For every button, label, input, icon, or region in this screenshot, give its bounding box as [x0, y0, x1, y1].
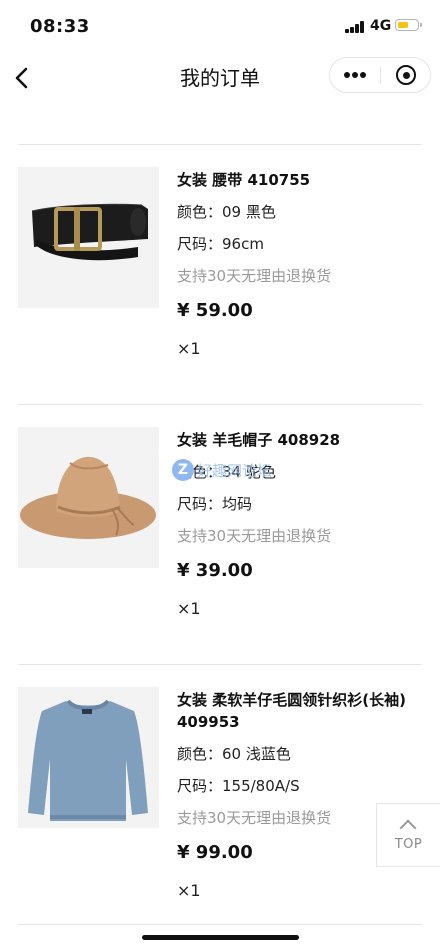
product-quantity: ×1 — [177, 881, 201, 900]
product-name: 女装 柔软羊仔毛圆领针织衫(长袖) 409953 — [177, 691, 406, 731]
return-policy: 支持30天无理由退换货 — [177, 267, 332, 285]
product-color: 颜色：60 浅蓝色 — [177, 745, 291, 763]
status-time: 08:33 — [30, 16, 90, 37]
close-mini-program-button[interactable] — [381, 58, 431, 92]
status-bar: 08:33 4G — [0, 0, 440, 52]
battery-icon — [395, 19, 422, 31]
mini-program-capsule — [329, 57, 431, 93]
product-quantity: ×1 — [177, 599, 201, 618]
watermark-logo: Z — [172, 459, 194, 481]
battery-level-fill — [397, 21, 408, 28]
order-item-info: 女装 腰带 410755 颜色：09 黑色 尺码：96cm 支持30天无理由退换… — [177, 167, 417, 360]
order-item[interactable]: 女装 羊毛帽子 408928 颜色：34 驼色 尺码：均码 支持30天无理由退换… — [0, 405, 440, 665]
product-name: 女装 羊毛帽子 408928 — [177, 431, 341, 449]
product-size: 尺码：96cm — [177, 235, 264, 253]
more-options-button[interactable] — [330, 58, 380, 92]
order-item-info: 女装 羊毛帽子 408928 颜色：34 驼色 尺码：均码 支持30天无理由退换… — [177, 427, 417, 620]
chevron-up-icon — [399, 819, 417, 837]
return-policy: 支持30天无理由退换货 — [177, 527, 332, 545]
product-size: 尺码：均码 — [177, 495, 253, 513]
product-price: ¥ 59.00 — [177, 300, 253, 321]
product-price: ¥ 39.00 — [177, 560, 253, 581]
order-item[interactable]: 女装 柔软羊仔毛圆领针织衫(长袖) 409953 颜色：60 浅蓝色 尺码：15… — [0, 665, 440, 925]
product-name: 女装 腰带 410755 — [177, 171, 311, 189]
back-to-top-button[interactable]: TOP — [376, 803, 440, 867]
navigation-bar: 我的订单 — [0, 52, 440, 102]
order-item-info: 女装 柔软羊仔毛圆领针织衫(长袖) 409953 颜色：60 浅蓝色 尺码：15… — [177, 687, 417, 902]
product-quantity: ×1 — [177, 339, 201, 358]
back-to-top-label: TOP — [394, 837, 423, 852]
product-color: 颜色：09 黑色 — [177, 203, 276, 221]
network-type-label: 4G — [370, 18, 392, 34]
order-list-screen: 08:33 4G 我的订单 女装 腰带 410755 颜色：09 黑色 尺码：9… — [0, 0, 440, 951]
product-image-hat[interactable] — [18, 427, 159, 568]
product-size: 尺码：155/80A/S — [177, 777, 300, 795]
signal-strength-icon — [345, 21, 365, 33]
order-item[interactable]: 女装 腰带 410755 颜色：09 黑色 尺码：96cm 支持30天无理由退换… — [0, 145, 440, 405]
product-image-sweater[interactable] — [18, 687, 159, 828]
product-image-belt[interactable] — [18, 167, 159, 308]
item-divider — [18, 924, 422, 925]
home-indicator — [142, 935, 299, 940]
watermark-text: 好趣网论坛 — [197, 462, 273, 480]
